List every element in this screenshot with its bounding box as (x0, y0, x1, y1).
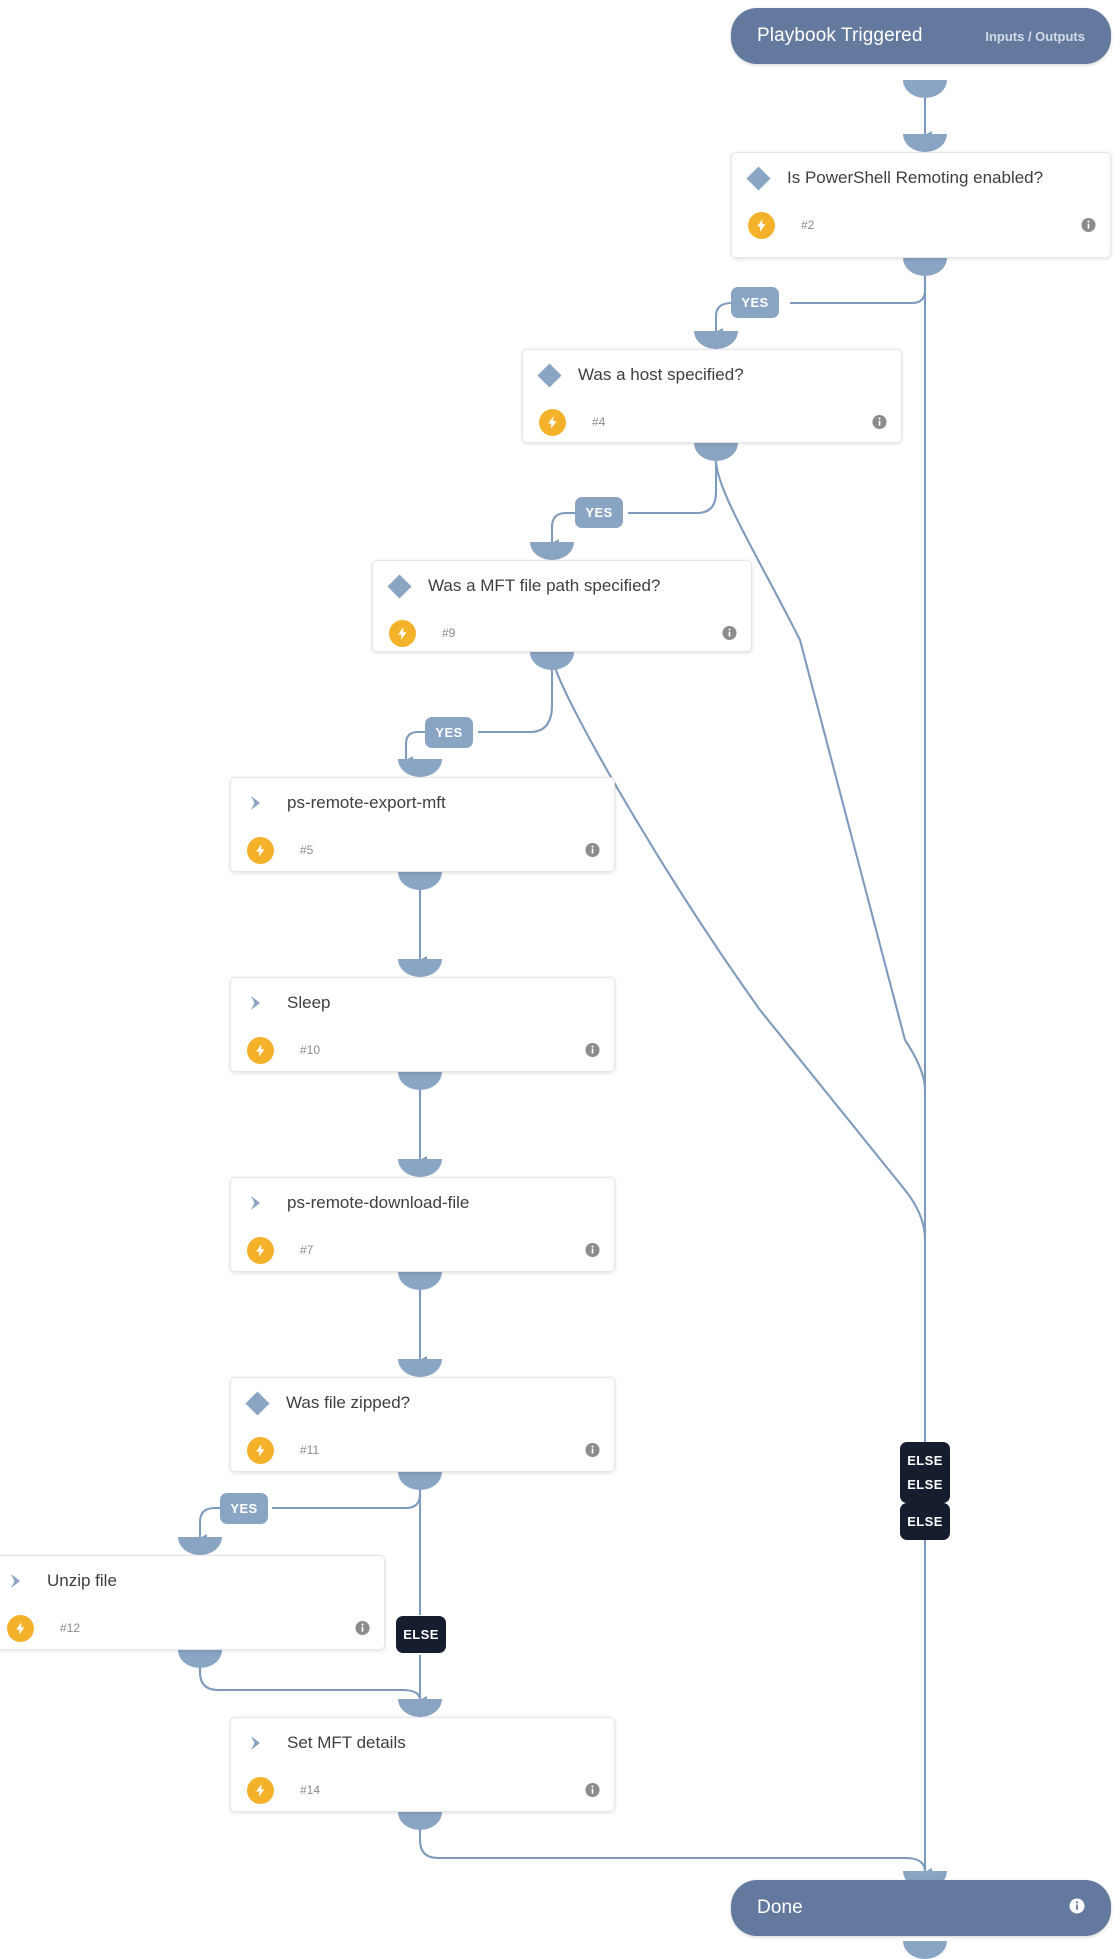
info-icon[interactable] (872, 414, 887, 430)
edge-label-else-2[interactable]: ELSE (900, 1466, 950, 1503)
chevron-right-icon (247, 1193, 267, 1213)
start-node-title: Playbook Triggered (757, 25, 923, 46)
lightning-bolt-icon (7, 1614, 34, 1642)
node-title: Was file zipped? (286, 1393, 411, 1412)
node-id-label: #9 (442, 626, 456, 640)
inputs-outputs-label[interactable]: Inputs / Outputs (985, 29, 1085, 44)
node-header-row: Unzip file (0, 1556, 384, 1606)
node-id-label: #11 (300, 1443, 320, 1457)
node-footer-row: #7 (231, 1228, 614, 1272)
node-header-row: Was a MFT file path specified? (373, 561, 751, 611)
info-icon[interactable] (1069, 1898, 1085, 1919)
node-title: Was a host specified? (578, 365, 744, 384)
edge-label-yes-n11[interactable]: YES (220, 1493, 268, 1524)
node-card-sleep[interactable]: Sleep #10 (230, 977, 615, 1072)
node-footer-row: #12 (0, 1606, 384, 1650)
diamond-icon (245, 1390, 270, 1416)
end-node-title: Done (757, 1897, 803, 1918)
node-title: Set MFT details (287, 1733, 406, 1752)
node-id-label: #7 (300, 1243, 314, 1257)
node-title: ps-remote-export-mft (287, 793, 446, 812)
node-id-label: #14 (300, 1783, 321, 1797)
edge-label-yes-n9[interactable]: YES (425, 717, 473, 748)
node-title: Unzip file (47, 1571, 117, 1590)
edge-label-yes-n2[interactable]: YES (731, 287, 779, 318)
lightning-bolt-icon (247, 1776, 274, 1804)
info-icon[interactable] (585, 1782, 600, 1798)
node-header-row: Was file zipped? (231, 1378, 614, 1428)
info-icon[interactable] (585, 1442, 600, 1458)
end-node-right-group (1069, 1898, 1085, 1919)
node-footer-row: #5 (231, 828, 614, 872)
lightning-bolt-icon (748, 211, 775, 239)
node-header-row: Set MFT details (231, 1718, 614, 1768)
node-title: Was a MFT file path specified? (428, 576, 661, 595)
node-card-set-mft-details[interactable]: Set MFT details #14 (230, 1717, 615, 1812)
lightning-bolt-icon (247, 836, 274, 864)
lightning-bolt-icon (247, 1436, 274, 1464)
diamond-icon (746, 165, 771, 191)
chevron-right-icon (7, 1571, 27, 1591)
node-footer-row: #2 (732, 203, 1110, 247)
node-title: Is PowerShell Remoting enabled? (787, 168, 1044, 187)
node-id-label: #12 (60, 1621, 81, 1635)
node-title: ps-remote-download-file (287, 1193, 470, 1212)
info-icon[interactable] (585, 1042, 600, 1058)
node-card-was-file-zipped[interactable]: Was file zipped? #11 (230, 1377, 615, 1472)
node-header-row: Was a host specified? (523, 350, 901, 400)
node-card-unzip-file[interactable]: Unzip file #12 (0, 1555, 385, 1650)
node-card-was-a-host-specified[interactable]: Was a host specified? #4 (522, 349, 902, 443)
start-node-right-group: Inputs / Outputs (985, 29, 1085, 44)
node-footer-row: #9 (373, 611, 751, 655)
node-card-ps-remote-export-mft[interactable]: ps-remote-export-mft #5 (230, 777, 615, 872)
diamond-icon (387, 573, 412, 599)
info-icon[interactable] (585, 1242, 600, 1258)
node-card-ps-remote-download-file[interactable]: ps-remote-download-file #7 (230, 1177, 615, 1272)
playbook-canvas: Playbook Triggered Inputs / Outputs Is P… (0, 0, 1120, 1959)
node-footer-row: #11 (231, 1428, 614, 1472)
info-icon[interactable] (1081, 217, 1096, 233)
info-icon[interactable] (722, 625, 737, 641)
node-id-label: #5 (300, 843, 314, 857)
info-icon[interactable] (355, 1620, 370, 1636)
node-header-row: Is PowerShell Remoting enabled? (732, 153, 1110, 203)
edge-label-else-3[interactable]: ELSE (900, 1503, 950, 1540)
node-header-row: ps-remote-export-mft (231, 778, 614, 828)
edge-label-yes-n4[interactable]: YES (575, 497, 623, 528)
edge-label-else-n11[interactable]: ELSE (396, 1616, 446, 1653)
lightning-bolt-icon (247, 1236, 274, 1264)
node-footer-row: #14 (231, 1768, 614, 1812)
chevron-right-icon (247, 993, 267, 1013)
node-card-was-a-mft-file-path-specified[interactable]: Was a MFT file path specified? #9 (372, 560, 752, 652)
info-icon[interactable] (585, 842, 600, 858)
node-title: Sleep (287, 993, 331, 1012)
lightning-bolt-icon (247, 1036, 274, 1064)
node-id-label: #2 (801, 218, 815, 232)
node-header-row: ps-remote-download-file (231, 1178, 614, 1228)
node-header-row: Sleep (231, 978, 614, 1028)
lightning-bolt-icon (389, 619, 416, 647)
node-footer-row: #10 (231, 1028, 614, 1072)
start-node-playbook-triggered[interactable]: Playbook Triggered Inputs / Outputs (731, 8, 1111, 64)
lightning-bolt-icon (539, 408, 566, 436)
node-id-label: #4 (592, 415, 606, 429)
diamond-icon (537, 362, 562, 388)
end-node-done[interactable]: Done (731, 1880, 1111, 1936)
node-id-label: #10 (300, 1043, 321, 1057)
chevron-right-icon (247, 1733, 267, 1753)
chevron-right-icon (247, 793, 267, 813)
node-card-is-powershell-remoting-enabled[interactable]: Is PowerShell Remoting enabled? #2 (731, 152, 1111, 258)
node-footer-row: #4 (523, 400, 901, 444)
